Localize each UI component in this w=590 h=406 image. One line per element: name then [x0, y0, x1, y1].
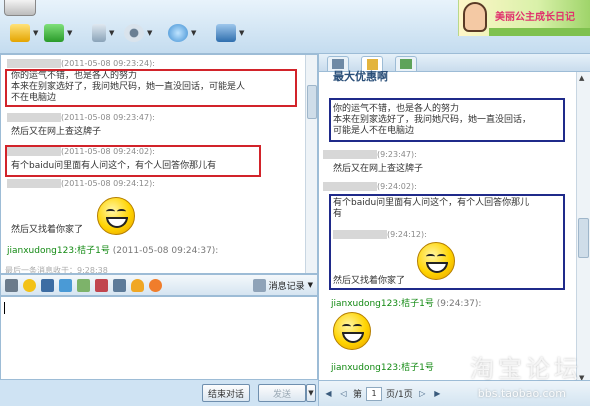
message-text: 你的运气不错，也是各人的努力 本来在别家选好了，我问她尺码，她一直没回话， 可能… — [333, 104, 532, 136]
banner-text: 美丽公主成长日记 — [495, 12, 575, 23]
message-sender: jianxudong123:桔子1号 (9:24:37): — [331, 299, 482, 309]
message-header: (2011-05-08 09:23:47): — [7, 113, 155, 122]
history-icon — [252, 278, 266, 292]
redacted-name — [323, 182, 377, 191]
first-page-icon[interactable]: ◀ — [323, 388, 334, 399]
send-options-dropdown[interactable]: ▼ — [306, 384, 316, 402]
globe-icon — [168, 24, 188, 42]
gallery-icon[interactable] — [95, 278, 108, 292]
video-button[interactable]: ▼ — [124, 22, 152, 44]
page-suffix: 页/1页 — [386, 390, 413, 400]
redacted-name — [7, 113, 61, 122]
chevron-down-icon: ▼ — [307, 281, 313, 289]
shortcut-icon[interactable] — [41, 278, 54, 292]
shop-icon — [216, 24, 236, 42]
message-input[interactable] — [0, 296, 318, 380]
microphone-icon — [92, 24, 106, 42]
message-header: (9:24:02): — [323, 182, 417, 191]
send-file-icon — [10, 24, 30, 42]
text-cursor — [4, 302, 5, 314]
grin-emoticon-icon — [417, 242, 455, 280]
message-text: 然后又在网上查这牌子 — [11, 127, 102, 137]
scroll-thumb[interactable] — [578, 218, 589, 258]
last-page-icon[interactable]: ▶ — [432, 388, 443, 399]
chat-history-pane[interactable]: (2011-05-08 09:23:24): 你的运气不错，也是各人的努力 本来… — [0, 54, 318, 274]
side-panel: 最大优惠啊 你的运气不错，也是各人的努力 本来在别家选好了，我问她尺码，她一直没… — [318, 54, 590, 406]
grass-decoration — [489, 28, 590, 36]
grin-emoticon-icon — [333, 312, 371, 350]
chevron-down-icon[interactable]: ▼ — [109, 29, 114, 37]
redacted-name — [333, 230, 387, 239]
girl-avatar-icon — [463, 2, 487, 32]
app-button[interactable]: ▼ — [168, 22, 196, 44]
webcam-icon — [124, 24, 144, 42]
heart-icon[interactable] — [149, 278, 162, 292]
monitor-icon — [44, 24, 64, 42]
message-text: 然后又找着你家了 — [11, 225, 84, 235]
redacted-name — [323, 150, 377, 159]
promo-banner[interactable]: 美丽公主成长日记 — [458, 0, 590, 36]
message-header: (2011-05-08 09:23:24): — [7, 59, 155, 68]
chevron-up-icon[interactable]: ▲ — [579, 74, 584, 82]
page-input[interactable]: 1 — [366, 386, 383, 401]
site-watermark-url: bbs.taobao.com — [477, 387, 566, 400]
prev-page-icon[interactable]: ◁ — [338, 388, 349, 399]
chevron-down-icon[interactable]: ▼ — [67, 29, 72, 37]
quick-reply-icon[interactable] — [113, 278, 126, 292]
redacted-name — [7, 59, 61, 68]
format-toolbar: 消息记录 ▼ — [0, 274, 318, 296]
chevron-down-icon[interactable]: ▼ — [33, 29, 38, 37]
emoticon-icon[interactable] — [23, 278, 36, 292]
image-icon[interactable] — [77, 278, 90, 292]
screen-share-button[interactable]: ▼ — [44, 22, 72, 44]
action-bar: 结束对话 发送 ▼ — [0, 380, 318, 406]
chevron-down-icon[interactable]: ▼ — [239, 29, 244, 37]
scroll-thumb[interactable] — [307, 85, 317, 119]
window-menu-icon[interactable] — [4, 0, 36, 16]
site-watermark: 淘宝论坛 — [470, 355, 582, 383]
message-text: 然后又在网上查这牌子 — [333, 164, 424, 174]
chat-toolbar: ▼ ▼ ▼ ▼ ▼ ▼ 美丽公主成长日记 — [0, 0, 590, 54]
bell-icon[interactable] — [131, 278, 144, 292]
chat-scrollbar[interactable] — [305, 55, 317, 273]
last-message-time: 最后一条消息收于：9:28:38 — [5, 266, 108, 274]
voice-button[interactable]: ▼ — [92, 22, 114, 44]
message-text: 然后又找着你家了 — [333, 276, 406, 286]
panel-title: 最大优惠啊 — [333, 70, 388, 83]
goods-icon — [400, 59, 412, 69]
grin-emoticon-icon — [97, 197, 135, 235]
message-header: (9:24:12): — [333, 230, 427, 239]
message-header: (2011-05-08 09:24:12): — [7, 179, 155, 188]
screenshot-icon[interactable] — [59, 278, 72, 292]
more-button[interactable]: ▼ — [216, 22, 244, 44]
message-text: 有个baidu问里面有人问这个，有个人回答你那儿 有 — [333, 198, 530, 219]
chevron-down-icon[interactable]: ▼ — [191, 29, 196, 37]
chevron-down-icon[interactable]: ▼ — [147, 29, 152, 37]
history-button[interactable]: 消息记录 ▼ — [252, 278, 313, 292]
message-header: (9:23:47): — [323, 150, 417, 159]
message-sender: jianxudong123:桔子1号 (2011-05-08 09:24:37)… — [7, 246, 219, 256]
side-scrollbar[interactable]: ▲ ▼ — [576, 72, 590, 384]
next-page-icon[interactable]: ▷ — [417, 388, 428, 399]
send-file-button[interactable]: ▼ — [10, 22, 38, 44]
message-sender: jianxudong123:桔子1号 — [331, 363, 434, 373]
send-button[interactable]: 发送 — [258, 384, 306, 402]
tab-goods[interactable] — [395, 56, 417, 71]
highlight-box-red — [5, 145, 261, 177]
end-chat-button[interactable]: 结束对话 — [202, 384, 250, 402]
page-prefix: 第 — [353, 390, 363, 400]
font-icon[interactable] — [5, 278, 18, 292]
highlight-box-red — [5, 69, 297, 107]
redacted-name — [7, 179, 61, 188]
